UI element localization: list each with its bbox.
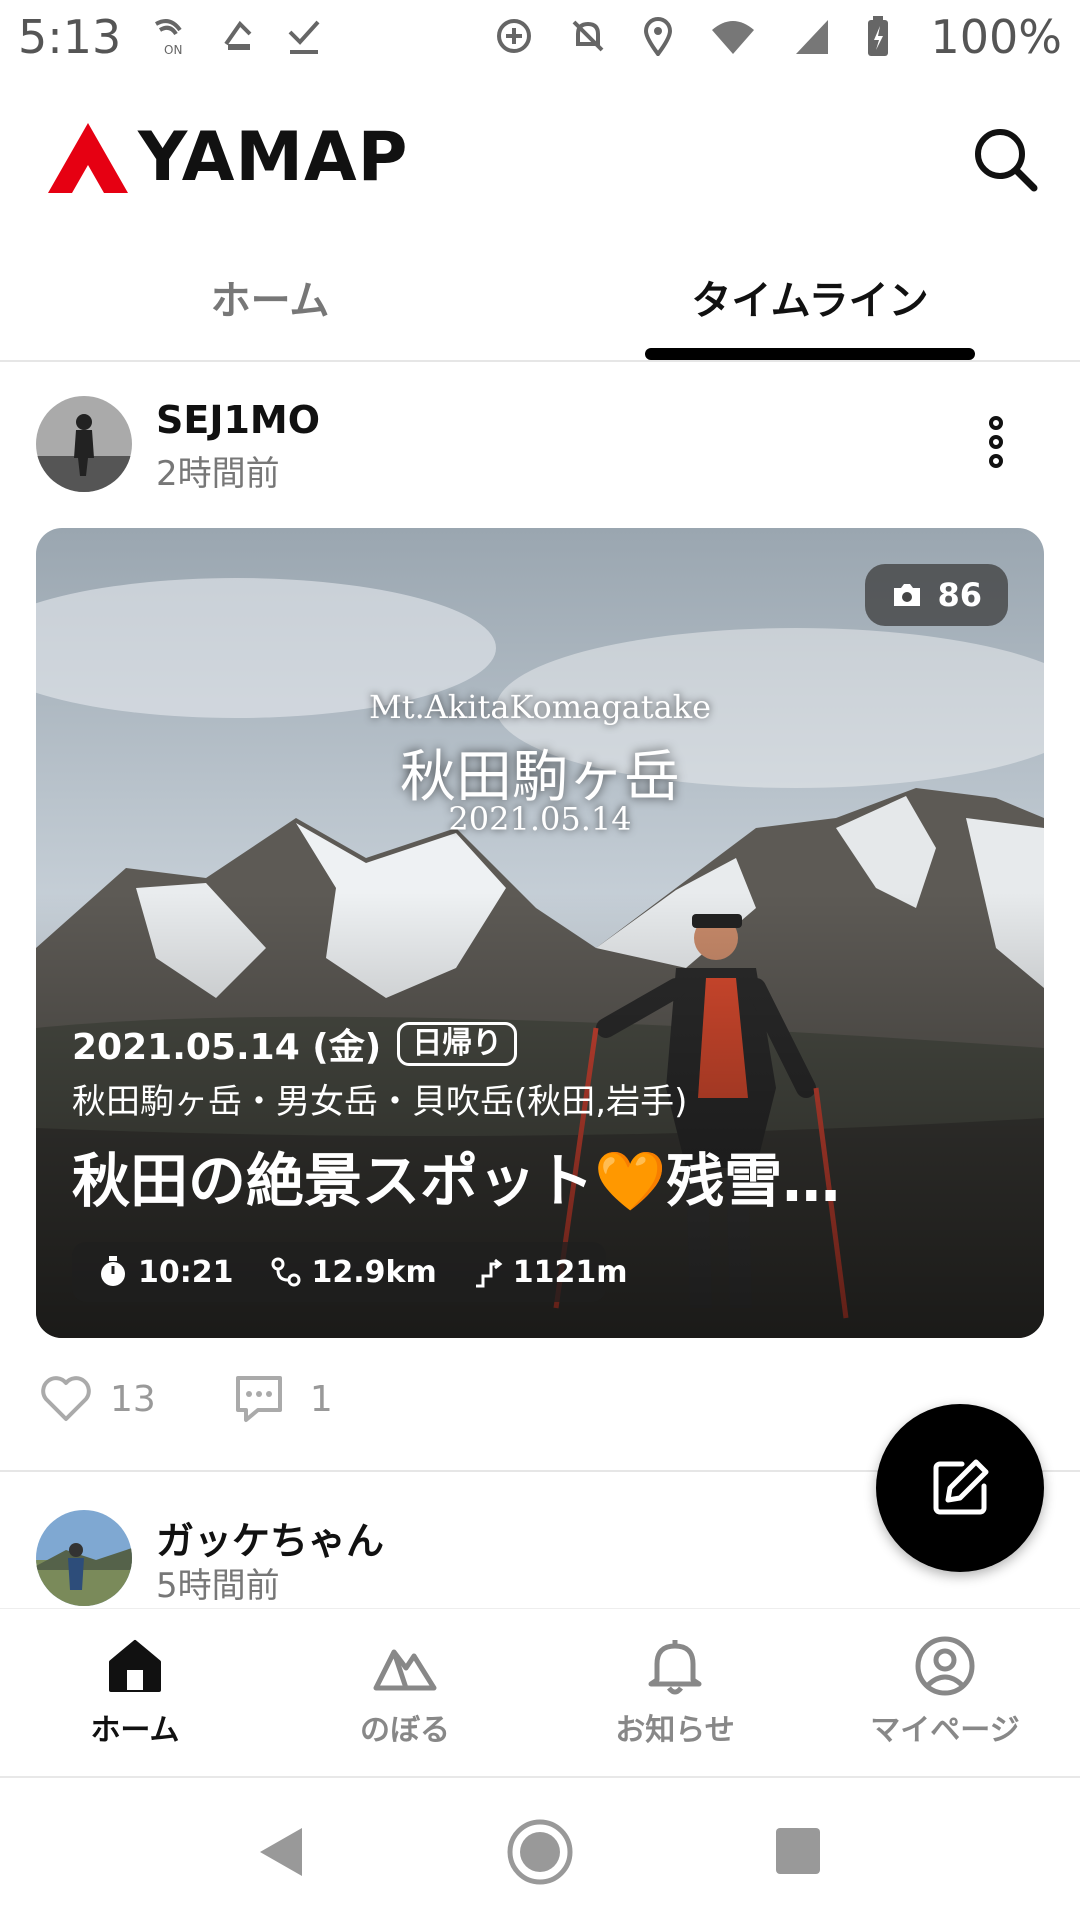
nav-mypage-label: マイページ [870, 1713, 1020, 1748]
share-icon [224, 20, 252, 50]
trip-type-badge: 日帰り [397, 1022, 518, 1066]
stat-distance: 12.9km [270, 1255, 437, 1290]
nav-notifications[interactable]: お知らせ [540, 1627, 810, 1749]
avatar-image [36, 1510, 132, 1606]
stopwatch-icon [101, 1256, 125, 1286]
active-tab-indicator [645, 348, 975, 360]
route-distance-icon [271, 1257, 300, 1287]
bell-icon [648, 1640, 702, 1695]
status-bar: 5:13 ON 100% [0, 0, 1080, 76]
post-username[interactable]: ガッケちゃん [156, 1510, 384, 1565]
mountain-icon [373, 1649, 437, 1691]
photo-count-badge: 86 [865, 564, 1008, 626]
avatar[interactable] [36, 1510, 132, 1606]
status-time: 5:13 [18, 10, 122, 64]
distance-value: 12.9km [311, 1254, 437, 1290]
elevation-value: 1121m [512, 1254, 628, 1290]
activity-title: 秋田の絶景スポット🧡残雪… [72, 1147, 841, 1215]
photo-count: 86 [937, 576, 982, 614]
download-done-icon [288, 20, 320, 54]
system-navigation-bar [0, 1776, 1080, 1920]
post-time: 5時間前 [156, 1566, 280, 1606]
nav-home-label: ホーム [90, 1713, 180, 1748]
home-circle-icon[interactable] [506, 1818, 574, 1886]
battery-percent: 100% [930, 10, 1062, 64]
stat-duration: 10:21 [98, 1255, 234, 1290]
post-actions: 13 1 [40, 1374, 333, 1424]
search-icon[interactable] [970, 124, 1040, 194]
activity-card[interactable]: 86 Mt.AkitaKomagatake 秋田駒ヶ岳 2021.05.14 2… [36, 528, 1044, 1338]
activity-date-row: 2021.05.14 (金) 日帰り [72, 1018, 518, 1070]
comment-count: 1 [309, 1378, 333, 1420]
activity-mountains: 秋田駒ヶ岳・男女岳・貝吹岳(秋田,岩手) [72, 1082, 688, 1122]
nav-mypage[interactable]: マイページ [810, 1627, 1080, 1749]
heart-icon[interactable] [40, 1375, 92, 1423]
recents-icon[interactable] [774, 1826, 822, 1876]
post-time: 2時間前 [156, 454, 280, 494]
camera-icon [894, 584, 921, 606]
yamap-logo: YAMAP [46, 118, 409, 197]
elevation-icon [475, 1258, 503, 1288]
nfc-icon: ON [155, 19, 182, 57]
home-icon [109, 1640, 161, 1692]
data-saver-icon [497, 19, 531, 53]
logo-text: YAMAP [138, 118, 409, 197]
nav-home[interactable]: ホーム [0, 1627, 270, 1749]
more-options-icon[interactable] [986, 416, 1006, 476]
create-post-button[interactable] [876, 1404, 1044, 1572]
battery-icon [868, 16, 888, 56]
silent-icon [572, 20, 604, 52]
nav-climb[interactable]: のぼる [270, 1627, 540, 1749]
comment-icon[interactable] [234, 1374, 284, 1424]
avatar[interactable] [36, 396, 132, 492]
bottom-navigation: ホーム のぼる お知らせ マイページ [0, 1608, 1080, 1776]
tab-timeline[interactable]: タイムライン [540, 268, 1080, 326]
logo-mountain-icon [48, 122, 128, 193]
svg-text:ON: ON [164, 43, 182, 57]
user-circle-icon [915, 1636, 975, 1696]
photo-caption-date: 2021.05.14 [448, 800, 632, 838]
like-count: 13 [110, 1378, 156, 1420]
app-header: YAMAP [0, 80, 1080, 240]
edit-icon [933, 1459, 989, 1515]
tab-home[interactable]: ホーム [0, 268, 540, 326]
activity-date: 2021.05.14 (金) [72, 1027, 382, 1068]
photo-caption-en: Mt.AkitaKomagatake [368, 688, 712, 726]
activity-stats: 10:21 12.9km 1121m [72, 1242, 628, 1302]
location-icon [643, 17, 673, 56]
post-username[interactable]: SEJ1MO [156, 398, 320, 442]
signal-icon [796, 20, 828, 54]
duration-value: 10:21 [138, 1254, 234, 1290]
tab-bar: ホーム タイムライン [0, 240, 1080, 362]
stat-elevation: 1121m [473, 1255, 628, 1290]
nav-climb-label: のぼる [360, 1713, 450, 1748]
nav-notifications-label: お知らせ [615, 1713, 735, 1748]
wifi-icon [712, 21, 754, 54]
back-icon[interactable] [254, 1824, 306, 1880]
avatar-image [36, 396, 132, 492]
